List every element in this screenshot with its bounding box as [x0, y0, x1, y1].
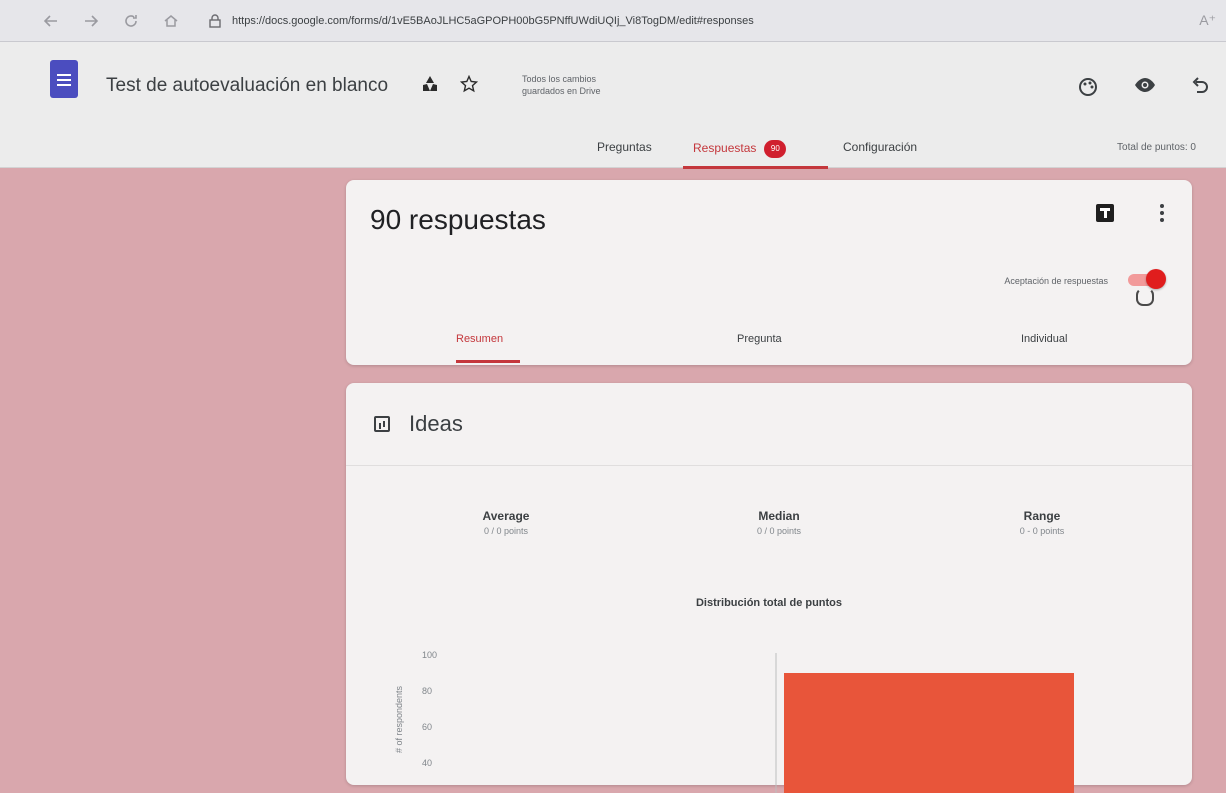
stat-average: Average 0 / 0 points	[482, 509, 530, 536]
insights-chart-icon	[374, 416, 390, 432]
create-spreadsheet-icon[interactable]	[1096, 204, 1114, 222]
preview-eye-icon[interactable]	[1134, 77, 1156, 97]
url-text: https://docs.google.com/forms/d/1vE5BAoJ…	[232, 14, 754, 27]
address-bar[interactable]: https://docs.google.com/forms/d/1vE5BAoJ…	[208, 7, 754, 35]
response-count: 90 respuestas	[370, 204, 546, 235]
read-aloud-icon[interactable]: A⁺	[1199, 12, 1216, 29]
back-icon[interactable]	[40, 10, 62, 32]
subtab-individual[interactable]: Individual	[1021, 333, 1067, 345]
insights-title: Ideas	[409, 411, 463, 436]
y-tick-label: 80	[422, 686, 432, 696]
mouse-cursor-icon	[1136, 288, 1154, 306]
active-subtab-indicator	[456, 360, 520, 363]
y-tick-label: 100	[422, 650, 437, 660]
stat-median: Median 0 / 0 points	[756, 509, 802, 536]
accepting-responses-label: Aceptación de respuestas	[1004, 276, 1108, 286]
tab-respuestas[interactable]: Respuestas 90	[693, 140, 787, 158]
forward-icon[interactable]	[80, 10, 102, 32]
stat-range: Range 0 - 0 points	[1019, 509, 1065, 536]
save-status: Todos los cambios guardados en Drive	[522, 74, 601, 96]
forms-logo-icon[interactable]	[50, 60, 78, 98]
more-options-icon[interactable]	[1160, 204, 1164, 222]
divider	[346, 465, 1192, 466]
reload-icon[interactable]	[120, 10, 142, 32]
total-points: Total de puntos: 0	[1117, 142, 1196, 153]
y-tick-label: 60	[422, 722, 432, 732]
accepting-responses-toggle[interactable]	[1126, 268, 1166, 290]
chart-title: Distribución total de puntos	[695, 597, 843, 609]
form-tabs: Preguntas Respuestas 90 Configuración	[0, 140, 1226, 168]
insights-card: Ideas Average 0 / 0 points Median 0 / 0 …	[346, 383, 1192, 793]
palette-icon[interactable]	[1078, 77, 1098, 97]
points-distribution-chart: # of respondents10080604020	[394, 650, 1074, 793]
move-to-folder-icon[interactable]	[420, 75, 440, 98]
tab-configuracion[interactable]: Configuración	[843, 140, 917, 154]
browser-toolbar: https://docs.google.com/forms/d/1vE5BAoJ…	[0, 0, 1226, 42]
active-tab-indicator	[683, 166, 828, 169]
chart-bar[interactable]	[784, 673, 1074, 793]
responses-card: 90 respuestas Aceptación de respuestas R…	[346, 180, 1192, 365]
home-icon[interactable]	[160, 10, 182, 32]
y-axis-label: # of respondents	[394, 685, 404, 753]
star-icon[interactable]	[459, 74, 479, 98]
subtab-resumen[interactable]: Resumen	[456, 333, 503, 345]
lock-icon	[209, 13, 221, 28]
forms-header: Test de autoevaluación en blanco Todos l…	[0, 42, 1226, 169]
undo-icon[interactable]	[1192, 77, 1208, 97]
y-tick-label: 40	[422, 758, 432, 768]
response-count-badge: 90	[764, 140, 787, 158]
subtab-pregunta[interactable]: Pregunta	[737, 333, 782, 345]
tab-preguntas[interactable]: Preguntas	[597, 140, 652, 154]
form-title[interactable]: Test de autoevaluación en blanco	[106, 75, 388, 97]
